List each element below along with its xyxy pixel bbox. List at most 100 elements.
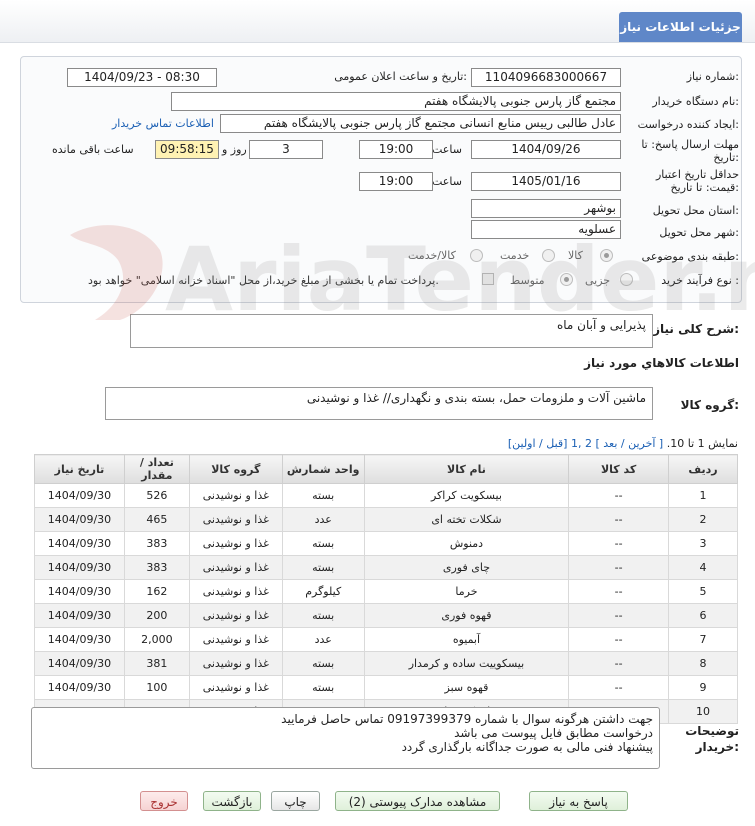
cell-code: --: [568, 483, 670, 508]
deadline-time-field: 19:00: [359, 140, 433, 159]
cell-need-date: 1404/09/30: [34, 579, 125, 604]
cell-group: غذا و نوشیدنی: [188, 579, 283, 604]
cell-row: 1: [668, 483, 738, 508]
page-title: جزئیات اطلاعات نیاز: [619, 12, 742, 42]
cell-need-date: 1404/09/30: [34, 603, 125, 628]
cell-code: --: [568, 507, 670, 532]
table-row: 1404/09/30 381 غذا و نوشیدنی بسته بیسکوییت س…: [34, 651, 738, 676]
cell-quantity: 383: [123, 555, 190, 580]
city-field: عسلویه: [471, 220, 621, 239]
view-attachments-button[interactable]: مشاهده مدارک پیوستی (2): [335, 791, 500, 811]
validity-label: حداقل تاریخ اعتبار قیمت: تا تاریخ:: [655, 168, 739, 194]
cell-quantity: 162: [123, 579, 190, 604]
process-radio-minor[interactable]: [620, 273, 633, 286]
table-row: 1404/09/30 200 غذا و نوشیدنی بسته قهوه فوری -…: [34, 603, 738, 628]
days-field: 3: [249, 140, 323, 159]
validity-date-field: 1405/01/16: [471, 172, 621, 191]
cell-unit: کیلوگرم: [281, 579, 365, 604]
buyer-notes-box: جهت داشتن هرگونه سوال با شماره 091973993…: [31, 707, 660, 769]
cell-need-date: 1404/09/30: [34, 555, 125, 580]
table-row: 1404/09/30 2,000 غذا و نوشیدنی عدد آبمیوه -- 7: [34, 627, 738, 652]
buyer-notes-label: توضیحات خریدار:: [685, 724, 739, 754]
process-option-medium: متوسط: [510, 274, 545, 287]
deadline-date-field: 1404/09/26: [471, 140, 621, 159]
col-header-group: گروه کالا: [188, 454, 283, 484]
remaining-label: ساعت باقی مانده: [52, 143, 134, 156]
cell-group: غذا و نوشیدنی: [188, 531, 283, 556]
cell-quantity: 2,000: [123, 627, 190, 652]
buyer-note-line: درخواست مطابق فایل پیوست می باشد: [454, 726, 653, 740]
cell-unit: بسته: [281, 483, 365, 508]
cell-row: 9: [668, 675, 738, 700]
buyer-label: نام دستگاه خریدار:: [652, 95, 739, 108]
cell-group: غذا و نوشیدنی: [188, 507, 283, 532]
cell-unit: بسته: [281, 651, 365, 676]
contact-buyer-link[interactable]: اطلاعات تماس خریدار: [112, 117, 214, 130]
cell-name: خرما: [363, 579, 570, 604]
cell-quantity: 381: [123, 651, 190, 676]
need-number-field: 1104096683000667: [471, 68, 621, 87]
process-option-minor: جزیی: [585, 274, 611, 287]
col-header-need-date: تاریخ نیاز: [34, 454, 125, 484]
cell-group: غذا و نوشیدنی: [188, 675, 283, 700]
cell-code: --: [568, 579, 670, 604]
cell-row: 2: [668, 507, 738, 532]
exit-button[interactable]: خروج: [140, 791, 188, 811]
cell-code: --: [568, 555, 670, 580]
need-number-label: شماره نیاز:: [686, 70, 739, 83]
cell-quantity: 100: [123, 675, 190, 700]
table-row: 1404/09/30 162 غذا و نوشیدنی کیلوگرم خرما -- 5: [34, 579, 738, 604]
category-option-service: خدمت: [500, 249, 530, 262]
col-header-name: نام کالا: [363, 454, 570, 484]
table-row: 1404/09/30 383 غذا و نوشیدنی بسته دمنوش -- 3: [34, 531, 738, 556]
city-label: شهر محل تحویل:: [659, 226, 739, 239]
cell-name: بیسکوییت ساده و کرمدار: [363, 651, 570, 676]
cell-unit: بسته: [281, 531, 365, 556]
cell-quantity: 465: [123, 507, 190, 532]
cell-code: --: [568, 627, 670, 652]
cell-need-date: 1404/09/30: [34, 627, 125, 652]
cell-row: 6: [668, 603, 738, 628]
buyer-note-line: جهت داشتن هرگونه سوال با شماره 091973993…: [281, 712, 653, 726]
cell-row: 5: [668, 579, 738, 604]
col-header-unit: واحد شمارش: [281, 454, 365, 484]
deadline-time-label: ساعت: [432, 143, 462, 156]
reply-button[interactable]: پاسخ به نیاز: [529, 791, 628, 811]
cell-need-date: 1404/09/30: [34, 507, 125, 532]
category-radio-goods[interactable]: [600, 249, 613, 262]
province-label: استان محل تحویل:: [652, 204, 739, 217]
table-row: 1404/09/30 100 غذا و نوشیدنی بسته قهوه سبز --…: [34, 675, 738, 700]
cell-code: --: [568, 531, 670, 556]
cell-group: غذا و نوشیدنی: [188, 483, 283, 508]
col-header-code: کد کالا: [568, 454, 670, 484]
print-button[interactable]: چاپ: [271, 791, 320, 811]
cell-name: قهوه سبز: [363, 675, 570, 700]
cell-unit: بسته: [281, 675, 365, 700]
cell-need-date: 1404/09/30: [34, 675, 125, 700]
cell-group: غذا و نوشیدنی: [188, 651, 283, 676]
cell-unit: عدد: [281, 507, 365, 532]
cell-row: 10: [668, 699, 738, 724]
cell-group: غذا و نوشیدنی: [188, 627, 283, 652]
days-label: روز و: [222, 143, 247, 156]
table-row: 1404/09/30 526 غذا و نوشیدنی بسته بیسکویت کر…: [34, 483, 738, 508]
table-row: 1404/09/30 465 غذا و نوشیدنی عدد شکلات تخته …: [34, 507, 738, 532]
cell-name: آبمیوه: [363, 627, 570, 652]
cell-name: چای فوری: [363, 555, 570, 580]
treasury-payment-checkbox[interactable]: [482, 273, 494, 285]
cell-code: --: [568, 603, 670, 628]
table-header-row: تاریخ نیاز تعداد / مقدار گروه کالا واحد …: [34, 454, 738, 484]
cell-row: 8: [668, 651, 738, 676]
category-radio-service[interactable]: [542, 249, 555, 262]
summary-label: شرح کلی نیاز:: [653, 322, 739, 336]
category-label: طبقه بندی موضوعی:: [641, 250, 739, 263]
col-header-row: ردیف: [668, 454, 738, 484]
cell-need-date: 1404/09/30: [34, 483, 125, 508]
cell-code: --: [568, 651, 670, 676]
pagination-links[interactable]: [ آخرین / بعد ] 2 ,1 [قبل / اولین]: [508, 437, 663, 450]
summary-textbox: پذیرایی و آبان ماه: [130, 314, 653, 348]
process-radio-medium[interactable]: [560, 273, 573, 286]
back-button[interactable]: بازگشت: [203, 791, 261, 811]
category-radio-goods-service[interactable]: [470, 249, 483, 262]
col-header-quantity: تعداد / مقدار: [123, 454, 190, 484]
